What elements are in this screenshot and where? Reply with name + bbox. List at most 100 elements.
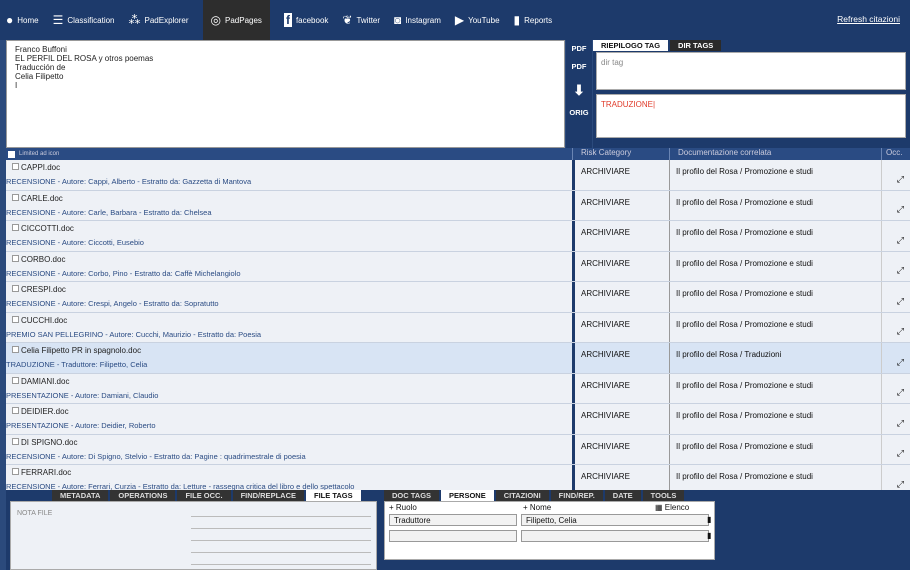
trash-icon[interactable]: ▮ xyxy=(707,531,711,540)
expand-arrow-icon[interactable]: ⤢ xyxy=(897,387,904,398)
tab-metadata[interactable]: METADATA xyxy=(52,490,109,501)
elenco-button[interactable]: ▦ Elenco xyxy=(655,503,689,512)
document-text-editor[interactable]: Franco Buffoni EL PERFIL DEL ROSA y otro… xyxy=(6,40,565,171)
row-checkbox[interactable] xyxy=(12,315,19,323)
row-checkbox[interactable] xyxy=(12,468,19,475)
tab-file-occ-[interactable]: FILE OCC. xyxy=(177,490,231,501)
row-checkbox[interactable] xyxy=(12,437,19,445)
risk-cell[interactable]: ARCHIVIARE xyxy=(572,160,669,190)
table-row[interactable]: Celia Filipetto PR in spagnolo.doc TRADUZ… xyxy=(6,343,910,374)
risk-cell[interactable]: ARCHIVIARE xyxy=(572,373,669,403)
doc-cell[interactable]: Il profilo del Rosa / Promozione e studi xyxy=(669,312,881,342)
select-all-checkbox[interactable] xyxy=(8,150,15,158)
table-row[interactable]: DI SPIGNO.doc RECENSIONE - Autore: Di Spi… xyxy=(6,434,910,465)
expand-arrow-icon[interactable]: ⤢ xyxy=(897,418,904,429)
occ-header[interactable]: Occ. xyxy=(881,148,910,160)
name-field[interactable]: Filipetto, Celia xyxy=(521,514,709,526)
row-checkbox[interactable] xyxy=(12,254,19,262)
nav-twitter[interactable]: ❦ Twitter xyxy=(342,0,380,40)
risk-cell[interactable]: ARCHIVIARE xyxy=(572,465,669,490)
tag-field[interactable] xyxy=(191,508,371,517)
file-name[interactable]: DI SPIGNO.doc xyxy=(12,437,77,447)
download-icon[interactable]: ⬇ xyxy=(568,82,590,99)
risk-cell[interactable]: ARCHIVIARE xyxy=(572,190,669,220)
doc-cell[interactable]: Il profilo del Rosa / Promozione e studi xyxy=(669,465,881,490)
row-checkbox[interactable] xyxy=(12,285,19,292)
tab-dir-tags[interactable]: DIR TAGS xyxy=(670,40,722,51)
trash-icon[interactable]: ▮ xyxy=(707,515,711,524)
table-row[interactable]: CAPPI.doc RECENSIONE - Autore: Cappi, Alb… xyxy=(6,160,910,191)
expand-arrow-icon[interactable]: ⤢ xyxy=(897,235,904,246)
row-checkbox[interactable] xyxy=(12,346,19,353)
table-row[interactable]: CICCOTTI.doc RECENSIONE - Autore: Ciccott… xyxy=(6,221,910,252)
doc-cell[interactable]: Il profilo del Rosa / Promozione e studi xyxy=(669,160,881,190)
file-name[interactable]: DEIDIER.doc xyxy=(12,407,69,416)
refresh-citazioni-link[interactable]: Refresh citazioni xyxy=(837,14,900,24)
table-row[interactable]: DEIDIER.doc PRESENTAZIONE - Autore: Deidi… xyxy=(6,404,910,435)
expand-arrow-icon[interactable]: ⤢ xyxy=(897,479,904,490)
row-checkbox[interactable] xyxy=(12,193,19,201)
doc-cell[interactable]: Il profilo del Rosa / Promozione e studi xyxy=(669,251,881,281)
add-role-button[interactable]: + Ruolo xyxy=(389,503,417,512)
file-name[interactable]: CAPPI.doc xyxy=(12,163,60,172)
table-row[interactable]: CRESPI.doc RECENSIONE - Autore: Crespi, A… xyxy=(6,282,910,313)
doc-cell[interactable]: Il profilo del Rosa / Promozione e studi xyxy=(669,282,881,312)
file-name[interactable]: CUCCHI.doc xyxy=(12,315,67,325)
tab-find-rep-[interactable]: FIND/REP. xyxy=(550,490,603,501)
role-field[interactable]: Traduttore xyxy=(389,514,517,526)
table-row[interactable]: FERRARI.doc RECENSIONE - Autore: Ferrari,… xyxy=(6,465,910,490)
risk-category-header[interactable]: Risk Category xyxy=(572,148,669,160)
expand-arrow-icon[interactable]: ⤢ xyxy=(897,204,904,215)
tab-doc-tags[interactable]: DOC TAGS xyxy=(384,490,440,501)
row-checkbox[interactable] xyxy=(12,376,19,384)
row-checkbox[interactable] xyxy=(12,163,19,170)
table-row[interactable]: CUCCHI.doc PREMIO SAN PELLEGRINO - Autore… xyxy=(6,312,910,343)
nav-youtube[interactable]: ▶ YouTube xyxy=(455,0,500,40)
risk-cell[interactable]: ARCHIVIARE xyxy=(572,221,669,251)
documentazione-header[interactable]: Documentazione correlata xyxy=(669,148,881,160)
file-name[interactable]: CRESPI.doc xyxy=(12,285,66,294)
tab-tools[interactable]: TOOLS xyxy=(642,490,685,501)
expand-arrow-icon[interactable]: ⤢ xyxy=(897,265,904,276)
tag-field[interactable] xyxy=(191,532,371,541)
nav-reports[interactable]: ▮ Reports xyxy=(514,0,553,40)
table-row[interactable]: CARLE.doc RECENSIONE - Autore: Carle, Bar… xyxy=(6,190,910,221)
expand-arrow-icon[interactable]: ⤢ xyxy=(897,448,904,459)
doc-cell[interactable]: Il profilo del Rosa / Promozione e studi xyxy=(669,221,881,251)
doc-cell[interactable]: Il profilo del Rosa / Traduzioni xyxy=(669,343,881,373)
tag-field[interactable] xyxy=(191,556,371,565)
risk-cell[interactable]: ARCHIVIARE xyxy=(572,343,669,373)
pdf-button-2[interactable]: PDF xyxy=(568,62,590,71)
risk-cell[interactable]: ARCHIVIARE xyxy=(572,404,669,434)
table-row[interactable]: CORBO.doc RECENSIONE - Autore: Corbo, Pin… xyxy=(6,251,910,282)
tag-field[interactable] xyxy=(191,544,371,553)
orig-button[interactable]: ORIG xyxy=(568,108,590,117)
file-name[interactable]: DAMIANI.doc xyxy=(12,376,69,386)
nav-classification[interactable]: ☰ Classification xyxy=(53,0,115,40)
nav-home[interactable]: ● Home xyxy=(6,0,39,40)
add-name-button[interactable]: + Nome xyxy=(523,503,551,512)
risk-cell[interactable]: ARCHIVIARE xyxy=(572,434,669,464)
row-checkbox[interactable] xyxy=(12,407,19,414)
name-field-empty[interactable] xyxy=(521,530,709,542)
dir-tag-box[interactable]: dir tag xyxy=(596,52,906,90)
role-field-empty[interactable] xyxy=(389,530,517,542)
doc-cell[interactable]: Il profilo del Rosa / Promozione e studi xyxy=(669,434,881,464)
tab-find-replace[interactable]: FIND/REPLACE xyxy=(232,490,304,501)
risk-cell[interactable]: ARCHIVIARE xyxy=(572,251,669,281)
doc-cell[interactable]: Il profilo del Rosa / Promozione e studi xyxy=(669,190,881,220)
expand-arrow-icon[interactable]: ⤢ xyxy=(897,174,904,185)
row-checkbox[interactable] xyxy=(12,224,19,231)
nav-facebook[interactable]: f facebook xyxy=(283,0,328,40)
expand-arrow-icon[interactable]: ⤢ xyxy=(897,326,904,337)
tag-field[interactable] xyxy=(191,520,371,529)
risk-cell[interactable]: ARCHIVIARE xyxy=(572,282,669,312)
doc-cell[interactable]: Il profilo del Rosa / Promozione e studi xyxy=(669,404,881,434)
nav-padpages[interactable]: ◎ PadPages xyxy=(202,0,270,40)
nav-padexplorer[interactable]: ⁂ PadExplorer xyxy=(129,0,189,40)
pdf-button-1[interactable]: PDF xyxy=(568,44,590,53)
file-name[interactable]: CORBO.doc xyxy=(12,254,65,264)
expand-arrow-icon[interactable]: ⤢ xyxy=(897,296,904,307)
tab-date[interactable]: DATE xyxy=(604,490,641,501)
file-name[interactable]: CARLE.doc xyxy=(12,193,63,203)
